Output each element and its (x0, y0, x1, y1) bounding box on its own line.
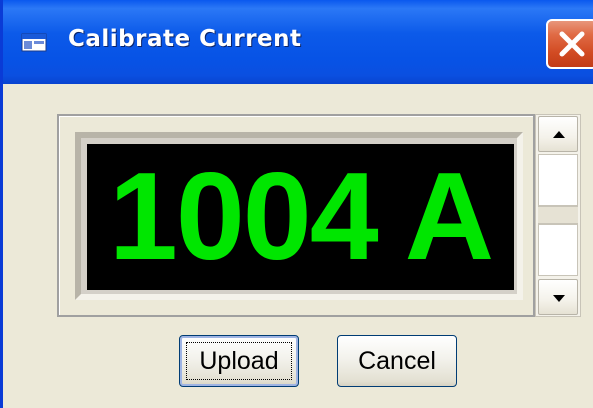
title-bar[interactable]: Calibrate Current (3, 0, 593, 84)
current-value: 1004 A (108, 148, 494, 286)
arrow-down-icon (553, 295, 565, 302)
spin-up-button[interactable] (538, 116, 578, 152)
focus-rect (186, 342, 292, 380)
current-display: 1004 A (87, 144, 514, 290)
spinner-track-upper[interactable] (538, 154, 578, 206)
upload-button[interactable]: Upload (179, 335, 299, 387)
app-window-icon (21, 31, 47, 53)
close-icon (559, 31, 585, 57)
spin-down-button[interactable] (538, 279, 578, 315)
close-button[interactable] (546, 19, 593, 69)
arrow-up-icon (553, 131, 565, 138)
window-title: Calibrate Current (68, 26, 302, 52)
cancel-button-label: Cancel (358, 346, 436, 375)
spinner-track-lower[interactable] (538, 224, 578, 276)
spinner-thumb[interactable] (538, 206, 578, 224)
cancel-button[interactable]: Cancel (337, 335, 457, 387)
calibrate-current-dialog: Calibrate Current 1004 A Upload Cancel (0, 0, 593, 408)
